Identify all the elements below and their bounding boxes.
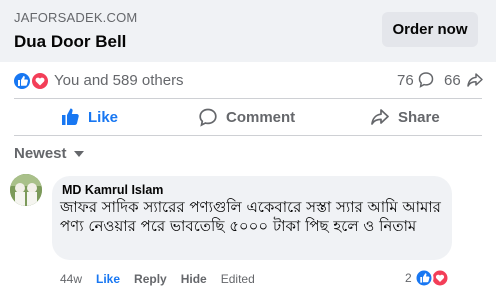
shares-count[interactable]: 66 <box>444 72 461 89</box>
comment-reaction-icons[interactable] <box>414 268 450 288</box>
comment-hide-button[interactable]: Hide <box>181 272 207 286</box>
comment-like-button[interactable]: Like <box>96 272 120 286</box>
share-label: Share <box>398 108 440 126</box>
chevron-down-icon <box>73 150 84 157</box>
comment-reply-button[interactable]: Reply <box>134 272 167 286</box>
sort-label: Newest <box>14 145 67 162</box>
comment-sort-dropdown[interactable]: Newest <box>14 145 84 162</box>
comment-reaction-count[interactable]: 2 <box>405 271 412 285</box>
ad-card[interactable]: JAFORSADEK.COM Dua Door Bell Order now <box>0 0 496 62</box>
ad-domain: JAFORSADEK.COM <box>14 10 138 25</box>
comment-text: জাফর সাদিক স্যারের পণ্যগুলি একেবারে সস্ত… <box>60 198 441 235</box>
avatar-image <box>10 174 42 206</box>
comment-icon <box>199 108 217 127</box>
comment-meta: 44w Like Reply Hide Edited <box>60 272 269 286</box>
like-label: Like <box>88 108 119 126</box>
avatar[interactable] <box>10 174 42 206</box>
share-icon <box>371 109 389 125</box>
like-button[interactable]: Like <box>60 99 118 135</box>
comment-button[interactable]: Comment <box>198 99 295 135</box>
edited-label: Edited <box>220 272 255 286</box>
share-icon <box>467 73 483 87</box>
post-actions: Like Comment Share <box>0 99 496 135</box>
order-now-button[interactable]: Order now <box>382 12 478 47</box>
divider <box>14 135 482 136</box>
like-icon <box>62 108 79 125</box>
ad-title[interactable]: Dua Door Bell <box>14 32 126 52</box>
comment-time[interactable]: 44w <box>60 272 82 286</box>
comment-bubble: MD Kamrul Islam জাফর সাদিক স্যারের পণ্যগ… <box>52 176 452 260</box>
post-stats: You and 589 others 76 66 <box>0 62 496 98</box>
share-button[interactable]: Share <box>370 99 440 135</box>
comment-icon <box>418 72 434 88</box>
comment-label: Comment <box>226 108 296 126</box>
comment-author[interactable]: MD Kamrul Islam <box>62 183 163 197</box>
reactions-summary[interactable]: You and 589 others <box>54 72 184 89</box>
comments-count[interactable]: 76 <box>397 72 414 89</box>
reaction-icons[interactable] <box>12 71 48 91</box>
